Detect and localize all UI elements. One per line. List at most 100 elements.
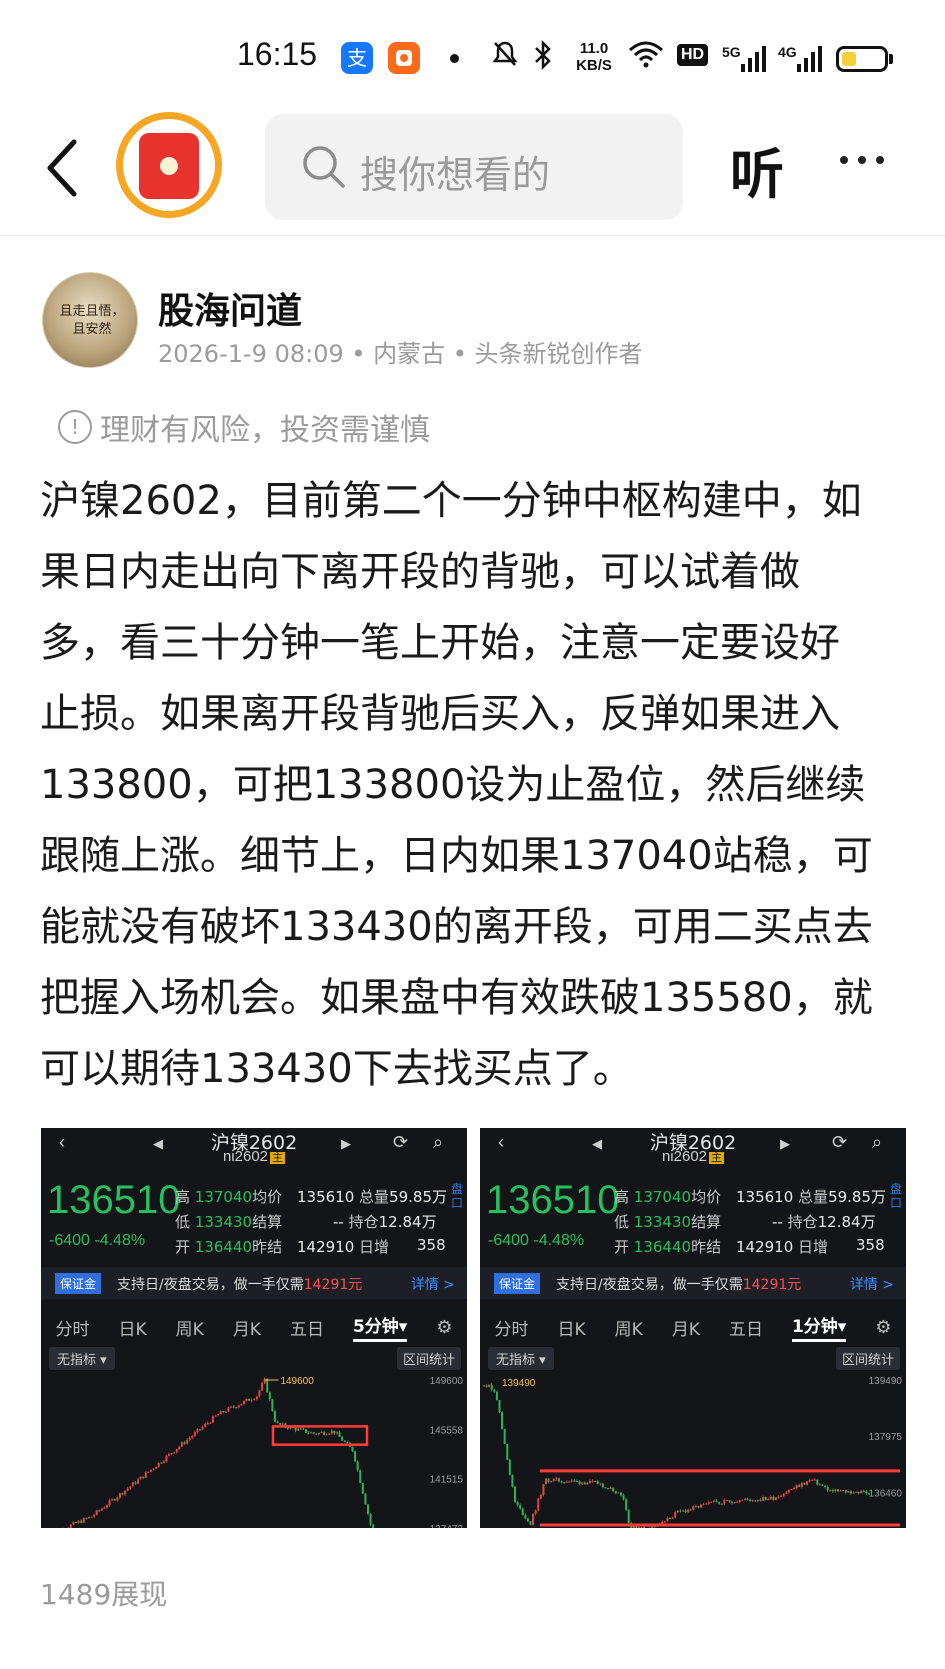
period-tab[interactable]: 月K bbox=[672, 1315, 700, 1340]
period-tab[interactable]: 日K bbox=[558, 1315, 586, 1340]
period-tab[interactable]: 周K bbox=[176, 1315, 204, 1340]
candle-body bbox=[723, 1500, 726, 1504]
candle-body bbox=[583, 1482, 586, 1485]
price-change: -6400 -4.48% bbox=[49, 1232, 146, 1249]
article-line: 多，看三十分钟一笔上开始，注意一定要设好 bbox=[40, 620, 840, 666]
range-stats-button[interactable]: 区间统计 bbox=[835, 1347, 900, 1370]
candle-body bbox=[774, 1497, 777, 1501]
stat-prev-settle: 142910 日增 bbox=[736, 1238, 829, 1256]
period-tab[interactable]: 五日 bbox=[290, 1315, 324, 1340]
candle-body bbox=[372, 1524, 375, 1528]
candle-body bbox=[831, 1489, 834, 1492]
candle-body bbox=[98, 1510, 101, 1512]
chart-screenshot-left[interactable]: ‹ ◀ ▶ 沪镍2602 ni2602 主 ⟳ ⌕ 136510 -6400 -4… bbox=[41, 1128, 467, 1528]
candle-body bbox=[255, 1396, 258, 1400]
indicator-dropdown[interactable]: 无指标 ▾ bbox=[49, 1347, 115, 1370]
period-tab[interactable]: 月K bbox=[233, 1315, 261, 1340]
refresh-icon[interactable]: ⟳ bbox=[393, 1132, 408, 1153]
candle-body bbox=[271, 1399, 274, 1412]
margin-banner[interactable]: 保证金 支持日/夜盘交易，做一手仅需14291元 详情 > bbox=[41, 1267, 467, 1299]
candle-body bbox=[85, 1518, 88, 1520]
gear-icon[interactable]: ⚙ bbox=[436, 1317, 452, 1338]
hd-icon: HD bbox=[677, 44, 709, 66]
candle-body bbox=[829, 1489, 832, 1491]
candle-body bbox=[674, 1512, 677, 1518]
candle-body bbox=[354, 1451, 357, 1462]
candle-body bbox=[160, 1462, 163, 1464]
candle-body bbox=[570, 1480, 573, 1482]
stat-open: 开 136440昨结 bbox=[175, 1238, 283, 1256]
listen-button[interactable]: 听 bbox=[730, 130, 784, 209]
chart-search-icon[interactable]: ⌕ bbox=[433, 1132, 443, 1153]
period-tab[interactable]: 分时 bbox=[56, 1315, 90, 1340]
candlestick-chart[interactable]: 149600 145558 141515 137473 149600 bbox=[41, 1372, 467, 1528]
candle-body bbox=[818, 1484, 821, 1486]
candle-body bbox=[201, 1426, 204, 1430]
chart-search-icon[interactable]: ⌕ bbox=[872, 1132, 882, 1153]
candle-body bbox=[209, 1422, 212, 1424]
candle-body bbox=[483, 1385, 485, 1387]
candle-body bbox=[134, 1482, 137, 1484]
period-tab[interactable]: 日K bbox=[119, 1315, 147, 1340]
red-packet-icon[interactable] bbox=[116, 112, 222, 218]
chart-screenshot-right[interactable]: ‹ ◀ ▶ 沪镍2602 ni2602 主 ⟳ ⌕ 136510 -6400 -4… bbox=[480, 1128, 906, 1528]
candle-body bbox=[222, 1410, 225, 1413]
range-stats-button[interactable]: 区间统计 bbox=[396, 1347, 461, 1370]
order-book-tab[interactable]: 盘口 bbox=[890, 1182, 904, 1210]
candle-body bbox=[325, 1434, 328, 1436]
search-input[interactable]: 搜你想看的 bbox=[265, 114, 683, 220]
candle-body bbox=[488, 1384, 491, 1388]
stat-open: 开 136440昨结 bbox=[614, 1238, 722, 1256]
period-tab[interactable]: 1分钟▾ bbox=[791, 1312, 847, 1342]
candle-body bbox=[692, 1506, 695, 1510]
candle-body bbox=[547, 1478, 550, 1482]
battery-tip bbox=[889, 54, 893, 64]
candle-body bbox=[684, 1510, 687, 1513]
author-meta: 2026-1-9 08:09 • 内蒙古 • 头条新锐创作者 bbox=[158, 340, 643, 368]
more-icon[interactable] bbox=[840, 156, 884, 164]
wifi-icon bbox=[628, 40, 664, 74]
candle-body bbox=[95, 1510, 98, 1515]
refresh-icon[interactable]: ⟳ bbox=[832, 1132, 847, 1153]
candle-body bbox=[90, 1516, 93, 1518]
period-tab[interactable]: 五日 bbox=[729, 1315, 763, 1340]
details-link[interactable]: 详情 > bbox=[850, 1274, 894, 1294]
annotation-box bbox=[271, 1425, 369, 1446]
candle-body bbox=[578, 1481, 581, 1484]
candle-body bbox=[767, 1499, 770, 1501]
candle-body bbox=[625, 1499, 628, 1510]
candle-body bbox=[69, 1524, 72, 1528]
last-price: 136510 bbox=[47, 1178, 181, 1222]
period-tab[interactable]: 分时 bbox=[495, 1315, 529, 1340]
y-tick-label: 137473 bbox=[430, 1524, 464, 1528]
candle-body bbox=[749, 1499, 752, 1501]
margin-banner[interactable]: 保证金 支持日/夜盘交易，做一手仅需14291元 详情 > bbox=[480, 1267, 906, 1299]
candle-body bbox=[780, 1496, 783, 1498]
last-price: 136510 bbox=[486, 1178, 620, 1222]
candle-body bbox=[245, 1398, 248, 1401]
candle-body bbox=[720, 1503, 723, 1505]
candle-body bbox=[511, 1474, 514, 1487]
candle-body bbox=[121, 1493, 124, 1495]
avatar[interactable]: 且走且悟，且安然 bbox=[42, 272, 138, 368]
period-tab[interactable]: 5分钟▾ bbox=[352, 1312, 408, 1342]
candlestick-chart[interactable]: 139490 137975 136460 139490 bbox=[480, 1372, 906, 1528]
candle-body bbox=[679, 1510, 682, 1512]
gear-icon[interactable]: ⚙ bbox=[875, 1317, 891, 1338]
candle-body bbox=[707, 1501, 710, 1504]
status-bar: 16:15 支 11.0 KB/S HD 5G 4G bbox=[0, 0, 945, 112]
order-book-tab[interactable]: 盘口 bbox=[451, 1182, 465, 1210]
y-tick-label: 149600 bbox=[430, 1376, 464, 1387]
indicator-dropdown[interactable]: 无指标 ▾ bbox=[488, 1347, 554, 1370]
back-icon[interactable] bbox=[44, 138, 80, 202]
candle-body bbox=[131, 1482, 134, 1487]
candle-body bbox=[607, 1488, 610, 1490]
author-name[interactable]: 股海问道 bbox=[158, 282, 302, 334]
details-link[interactable]: 详情 > bbox=[411, 1274, 455, 1294]
network-speed: 11.0 KB/S bbox=[571, 40, 617, 74]
period-tab[interactable]: 周K bbox=[615, 1315, 643, 1340]
margin-banner-text: 支持日/夜盘交易，做一手仅需14291元 bbox=[556, 1277, 802, 1293]
candle-body bbox=[77, 1520, 80, 1523]
candle-body bbox=[351, 1446, 354, 1452]
candle-body bbox=[495, 1391, 498, 1401]
